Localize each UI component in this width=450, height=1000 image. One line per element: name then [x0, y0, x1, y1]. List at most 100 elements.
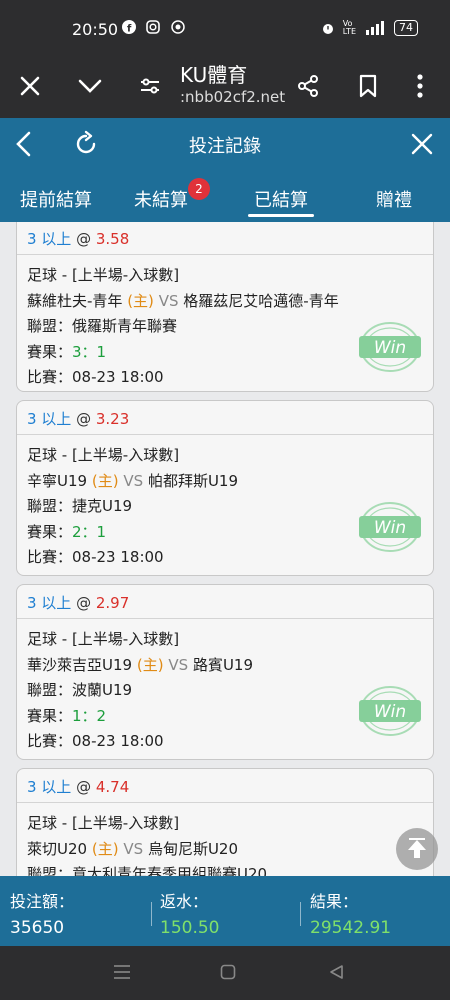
at-symbol: @	[76, 778, 92, 796]
system-icons: Vo LTE 74	[321, 20, 418, 36]
bet-card-body: 足球 - [上半場-入球數] 華沙萊吉亞U19 (主) VS 路賓U19 聯盟：…	[17, 619, 433, 759]
league-label: 聯盟：	[27, 681, 73, 699]
bookmark-icon[interactable]	[348, 66, 388, 106]
back-nav-icon[interactable]	[324, 960, 348, 984]
close-icon[interactable]	[402, 124, 442, 164]
bet-category: 足球 - [上半場-入球數]	[27, 266, 180, 284]
site-settings-icon[interactable]	[130, 66, 170, 106]
bet-selection: 3 以上	[27, 230, 72, 248]
home-team: 華沙萊吉亞U19	[27, 655, 133, 674]
unsettled-count-badge: 2	[188, 178, 210, 200]
battery-icon: 74	[394, 20, 418, 36]
match-score: 1：2	[72, 706, 107, 725]
tab-unsettled[interactable]: 未結算 2	[134, 178, 210, 212]
scroll-to-top-button[interactable]	[396, 828, 438, 870]
active-tab-indicator	[248, 214, 314, 217]
tab-label: 提前結算	[20, 190, 92, 211]
league-name: 波蘭U19	[72, 681, 133, 699]
status-time: 20:50	[72, 20, 119, 39]
match-teams: 辛寧U19 (主) VS 帕都拜斯U19	[27, 469, 423, 495]
at-symbol: @	[76, 230, 92, 248]
rebate-label: 返水：	[160, 892, 209, 911]
bet-card[interactable]: 3 以上 @ 3.23 足球 - [上半場-入球數] 辛寧U19 (主) VS …	[16, 400, 434, 576]
bet-card-header: 3 以上 @ 3.23	[17, 401, 433, 435]
match-teams: 蘇維杜夫-青年 (主) VS 格羅茲尼艾哈邁德-青年	[27, 289, 423, 315]
more-icon[interactable]	[400, 66, 440, 106]
league-name: 俄羅斯青年聯賽	[72, 317, 178, 335]
stamp-text: Win	[374, 518, 406, 538]
away-team: 格羅茲尼艾哈邁德-青年	[183, 291, 339, 310]
match-score: 3：1	[72, 342, 107, 361]
tab-early-settle[interactable]: 提前結算	[20, 186, 92, 212]
bet-odds: 4.74	[95, 778, 130, 796]
vs-label: VS	[123, 839, 144, 858]
menu-icon[interactable]	[110, 960, 134, 984]
bet-card[interactable]: 3 以上 @ 4.74 足球 - [上半場-入球數] 萊切U20 (主) VS …	[16, 768, 434, 876]
league-row: 聯盟：意大利青年春季甲組聯賽U20	[27, 862, 423, 876]
match-teams: 萊切U20 (主) VS 烏甸尼斯U20	[27, 837, 423, 863]
bet-odds: 2.97	[95, 594, 130, 612]
bet-selection: 3 以上	[27, 594, 72, 612]
bet-card-body: 足球 - [上半場-入球數] 辛寧U19 (主) VS 帕都拜斯U19 聯盟：捷…	[17, 435, 433, 575]
browser-toolbar: KU體育 :nbb02cf2.net	[0, 56, 450, 118]
home-icon[interactable]	[216, 960, 240, 984]
bet-odds: 3.58	[95, 230, 130, 248]
result-label: 賽果：	[27, 706, 73, 725]
at-symbol: @	[76, 410, 92, 428]
arrow-up-icon	[408, 838, 426, 858]
close-icon[interactable]	[10, 66, 50, 106]
bet-odds: 3.23	[95, 410, 130, 428]
bet-category: 足球 - [上半場-入球數]	[27, 630, 180, 648]
svg-text:f: f	[127, 24, 136, 35]
status-bar: 20:50 f Vo LTE 74	[0, 0, 450, 56]
tab-settled[interactable]: 已結算	[254, 186, 308, 212]
summary-bar: 投注額： 35650 返水： 150.50 結果： 29542.91	[0, 876, 450, 946]
match-time: 08-23 18:00	[72, 368, 164, 386]
bet-record-list[interactable]: 3 以上 @ 3.58 足球 - [上半場-入球數] 蘇維杜夫-青年 (主) V…	[0, 222, 450, 876]
host-tag: (主)	[136, 655, 164, 674]
win-stamp: Win	[359, 322, 421, 372]
match-time: 08-23 18:00	[72, 732, 164, 750]
bet-category: 足球 - [上半場-入球數]	[27, 446, 180, 464]
app-header: 投注記錄	[0, 118, 450, 170]
notification-icons: f	[122, 20, 185, 36]
share-icon[interactable]	[288, 66, 328, 106]
bet-card-header: 3 以上 @ 3.58	[17, 222, 433, 255]
summary-rebate: 返水： 150.50	[160, 888, 219, 938]
away-team: 烏甸尼斯U20	[147, 839, 239, 858]
away-team: 帕都拜斯U19	[147, 471, 239, 490]
result-label: 結果：	[310, 892, 359, 911]
result-value: 29542.91	[310, 918, 392, 938]
host-tag: (主)	[91, 471, 119, 490]
site-url[interactable]: :nbb02cf2.net	[180, 88, 285, 106]
at-symbol: @	[76, 594, 92, 612]
tab-label: 贈禮	[376, 190, 412, 211]
vs-label: VS	[158, 291, 179, 310]
league-label: 聯盟：	[27, 497, 73, 515]
chevron-down-icon[interactable]	[70, 66, 110, 106]
bet-card-header: 3 以上 @ 4.74	[17, 769, 433, 803]
win-stamp: Win	[359, 502, 421, 552]
facebook-icon: f	[122, 20, 136, 35]
time-label: 比賽：	[27, 548, 73, 566]
league-label: 聯盟：	[27, 865, 73, 876]
bet-card[interactable]: 3 以上 @ 2.97 足球 - [上半場-入球數] 華沙萊吉亞U19 (主) …	[16, 584, 434, 760]
stake-value: 35650	[10, 918, 65, 938]
vs-label: VS	[123, 471, 144, 490]
league-label: 聯盟：	[27, 317, 73, 335]
home-team: 蘇維杜夫-青年	[27, 291, 123, 310]
bet-card-header: 3 以上 @ 2.97	[17, 585, 433, 619]
stamp-text: Win	[374, 702, 406, 722]
signal-icon	[366, 21, 384, 35]
time-label: 比賽：	[27, 368, 73, 386]
alarm-icon	[322, 24, 333, 34]
bet-card[interactable]: 3 以上 @ 3.58 足球 - [上半場-入球數] 蘇維杜夫-青年 (主) V…	[16, 222, 434, 392]
app-notification-icon	[171, 20, 185, 34]
volte-icon: Vo LTE	[342, 19, 356, 36]
summary-stake: 投注額： 35650	[10, 888, 74, 938]
result-label: 賽果：	[27, 522, 73, 541]
system-navigation-bar	[0, 946, 450, 1000]
tab-gifts[interactable]: 贈禮	[376, 186, 412, 212]
match-score: 2：1	[72, 522, 107, 541]
league-name: 意大利青年春季甲組聯賽U20	[72, 865, 268, 876]
